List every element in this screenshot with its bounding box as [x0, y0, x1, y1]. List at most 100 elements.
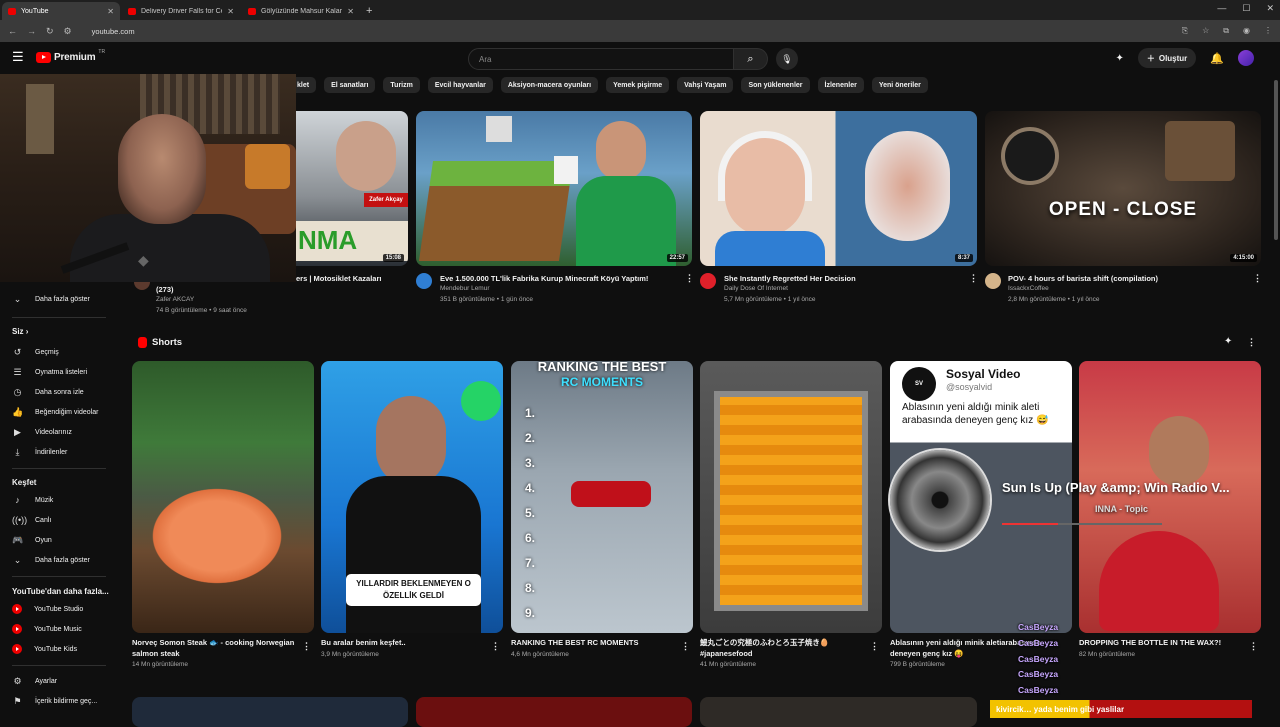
short-thumbnail[interactable] — [1079, 361, 1261, 633]
shorts-feedback-icon[interactable]: ✦ — [1224, 336, 1232, 347]
page-scrollbar[interactable] — [1274, 80, 1278, 240]
video-thumbnail[interactable] — [416, 697, 692, 727]
address-bar[interactable]: youtube.com — [82, 23, 1172, 39]
chip[interactable]: Son yüklenenler — [741, 77, 810, 93]
rc-car — [571, 481, 651, 507]
search-input[interactable]: Ara — [468, 48, 734, 70]
chip[interactable]: Turizm — [383, 77, 420, 93]
channel-name[interactable]: Zafer AKCAY — [156, 296, 194, 303]
sidebar-item-music[interactable]: ♪ Müzik — [12, 492, 53, 508]
chip[interactable]: İzlenenler — [817, 77, 864, 93]
sidebar-item-playlists[interactable]: ☰ Oynatma listeleri — [12, 364, 87, 380]
sidebar-item-watch-later[interactable]: ◷ Daha sonra izle — [12, 384, 84, 400]
chip[interactable]: Vahşi Yaşam — [677, 77, 734, 93]
video-thumbnail[interactable] — [700, 697, 977, 727]
youtube-logo[interactable]: Premium TR — [36, 49, 105, 63]
install-icon[interactable]: ⎘ — [1182, 26, 1188, 36]
short-thumbnail[interactable]: SV Sosyal Video @sosyalvid Ablasının yen… — [890, 361, 1072, 633]
more-options-icon[interactable]: ⋮ — [1247, 337, 1256, 348]
video-title[interactable]: Eve 1.500.000 TL'lik Fabrika Kurup Minec… — [440, 274, 680, 283]
sidebar-item-downloads[interactable]: ⤓ İndirilenler — [12, 444, 68, 460]
more-options-icon[interactable]: ⋮ — [969, 273, 978, 284]
create-button[interactable]: ＋ Oluştur — [1137, 48, 1197, 68]
more-options-icon[interactable]: ⋮ — [1253, 273, 1262, 284]
close-tab-icon[interactable]: ✕ — [107, 7, 114, 16]
video-thumbnail[interactable]: OPEN - CLOSE 4:15:00 — [985, 111, 1261, 266]
channel-avatar[interactable] — [985, 273, 1001, 289]
bookmark-star-icon[interactable]: ☆ — [1202, 26, 1209, 36]
channel-avatar[interactable] — [700, 273, 716, 289]
chip[interactable]: Yeni öneriler — [871, 77, 928, 93]
new-tab-button[interactable]: + — [366, 2, 372, 20]
short-thumbnail[interactable] — [132, 361, 314, 633]
back-icon[interactable]: ← — [8, 26, 17, 36]
chip[interactable]: Yemek pişirme — [606, 77, 670, 93]
account-avatar[interactable] — [1238, 50, 1254, 66]
voice-search-button[interactable]: 🎙 — [776, 48, 798, 70]
browser-menu-icon[interactable]: ⋮ — [1264, 26, 1272, 36]
chip[interactable]: Evcil hayvanlar — [427, 77, 493, 93]
chevron-down-icon: ⌄ — [13, 554, 22, 565]
short-title[interactable]: DROPPING THE BOTTLE IN THE WAX?! — [1079, 638, 1244, 649]
short-title[interactable]: Norveç Somon Steak 🐟 - cooking Norwegian… — [132, 638, 297, 659]
reload-icon[interactable]: ↻ — [46, 26, 54, 37]
browser-tab-2[interactable]: Delivery Driver Falls for Cement✕ — [122, 2, 240, 20]
sidebar-show-more[interactable]: ⌄ Daha fazla göster — [12, 291, 90, 307]
close-tab-icon[interactable]: ✕ — [227, 7, 234, 16]
sidebar-item-gaming[interactable]: 🎮 Oyun — [12, 532, 52, 548]
sidebar-item-settings[interactable]: ⚙ Ayarlar — [12, 673, 57, 689]
youtube-favicon-icon — [248, 7, 256, 15]
extensions-icon[interactable]: ⧉ — [1223, 26, 1229, 36]
video-thumbnail[interactable]: 8:37 — [700, 111, 977, 266]
sidebar-item-music-app[interactable]: YouTube Music — [12, 621, 82, 637]
more-options-icon[interactable]: ⋮ — [681, 641, 690, 652]
minimize-icon[interactable]: — — [1217, 3, 1226, 14]
sidebar-item-studio[interactable]: YouTube Studio — [12, 601, 83, 617]
more-options-icon[interactable]: ⋮ — [1249, 641, 1258, 652]
channel-name[interactable]: IssackxCoffee — [1008, 285, 1049, 292]
cast-icon[interactable]: ✦ — [1115, 53, 1123, 64]
short-views: 4,6 Mn görüntüleme — [511, 651, 569, 658]
close-window-icon[interactable]: ✕ — [1266, 3, 1274, 14]
sidebar-you-header[interactable]: Siz › — [12, 327, 28, 336]
forward-icon[interactable]: → — [27, 26, 36, 36]
blue-jacket — [715, 231, 825, 266]
more-options-icon[interactable]: ⋮ — [685, 273, 694, 284]
sidebar-item-report-history[interactable]: ⚑ İçerik bildirme geç... — [12, 693, 97, 709]
maximize-icon[interactable]: ☐ — [1242, 3, 1250, 14]
browser-tab-youtube[interactable]: YouTube ✕ — [2, 2, 120, 20]
sidebar-item-live[interactable]: ((•)) Canlı — [12, 512, 51, 528]
channel-avatar[interactable] — [416, 273, 432, 289]
profile-icon[interactable]: ◉ — [1243, 26, 1250, 36]
sidebar-item-history[interactable]: ↺ Geçmiş — [12, 344, 59, 360]
sidebar-show-more-explore[interactable]: ⌄ Daha fazla göster — [12, 552, 90, 568]
video-thumbnail[interactable]: NMA Zafer Akçay 15:08 — [296, 111, 408, 266]
short-title[interactable]: Bu aralar benim keşfet.. — [321, 638, 486, 649]
video-title[interactable]: POV- 4 hours of barista shift (compilati… — [1008, 274, 1248, 283]
more-options-icon[interactable]: ⋮ — [870, 641, 879, 652]
sidebar-item-kids[interactable]: YouTube Kids — [12, 641, 77, 657]
search-button[interactable]: ⌕ — [734, 48, 768, 70]
notifications-bell-icon[interactable]: 🔔 — [1210, 52, 1224, 65]
chip[interactable]: Aksiyon-macera oyunları — [500, 77, 599, 93]
more-options-icon[interactable]: ⋮ — [302, 641, 311, 652]
channel-name[interactable]: Daily Dose Of Internet — [724, 285, 788, 292]
chip[interactable]: El sanatları — [324, 77, 376, 93]
site-info-icon[interactable]: ⚙ — [64, 26, 72, 37]
short-title[interactable]: RANKING THE BEST RC MOMENTS — [511, 638, 676, 649]
more-options-icon[interactable]: ⋮ — [491, 641, 500, 652]
sidebar-item-liked[interactable]: 👍 Beğendiğim videolar — [12, 404, 98, 420]
video-title[interactable]: ers | Motosiklet Kazaları — [296, 274, 406, 283]
sidebar-item-your-videos[interactable]: ▶ Videolarınız — [12, 424, 72, 440]
short-thumbnail[interactable]: YILLARDIR BEKLENMEYEN O ÖZELLİK GELDİ — [321, 361, 503, 633]
hamburger-menu-icon[interactable]: ☰ — [12, 50, 24, 63]
short-thumbnail[interactable] — [700, 361, 882, 633]
video-title[interactable]: She Instantly Regretted Her Decision — [724, 274, 964, 283]
channel-name[interactable]: Mendebur Lemur — [440, 285, 490, 292]
video-thumbnail[interactable]: 22:57 — [416, 111, 692, 266]
video-thumbnail[interactable] — [132, 697, 408, 727]
browser-tab-3[interactable]: Gölyüzünde Mahsur Kalarak 3✕ — [242, 2, 360, 20]
short-thumbnail[interactable]: RANKING THE BEST RC MOMENTS 1. 2. 3. 4. 5. 6.… — [511, 361, 693, 633]
short-title[interactable]: 鰻丸ごとの究極のふわとろ玉子焼き🥚 #japanesefood — [700, 638, 865, 659]
close-tab-icon[interactable]: ✕ — [347, 7, 354, 16]
